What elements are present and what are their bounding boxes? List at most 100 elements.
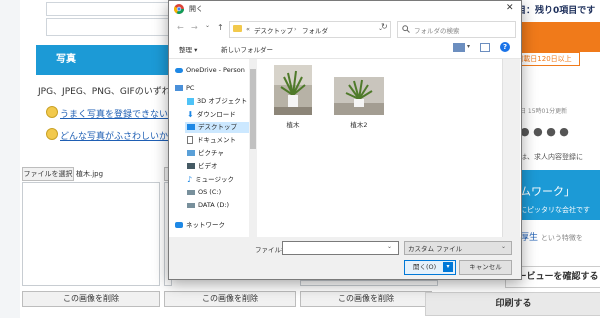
nav-label: 3D オブジェクト [197,97,248,105]
bulb-icon [46,128,58,140]
dialog-toolbar: 整理 ▾ 新しいフォルダー ▾ ? [169,41,521,59]
view-dropdown-icon[interactable]: ▾ [467,43,470,50]
welfare-line: 厚生 という特徴を [520,230,583,243]
welfare-suffix: という特徴を [540,234,583,242]
back-arrow-icon[interactable]: ← [177,23,184,32]
refresh-icon[interactable]: ↻ [381,22,388,31]
search-placeholder: フォルダの検索 [414,27,460,35]
filetype-value: カスタム ファイル [408,245,463,253]
computer-icon [175,85,183,91]
nav-item-drive-c[interactable]: OS (C:) [187,187,221,198]
search-icon [402,25,410,33]
nav-label: ドキュメント [197,136,236,144]
drive-icon [187,202,195,208]
image-preview-box-1 [22,182,160,286]
nav-item-3d-objects[interactable]: 3D オブジェクト [187,96,247,107]
section-title: 写真 [56,54,76,65]
new-folder-button[interactable]: 新しいフォルダー [221,44,273,54]
image-preview-box-3 [300,280,438,286]
nav-item-music[interactable]: ♪ ミュージック [187,174,234,185]
cancel-button[interactable]: キャンセル [459,260,512,275]
feature-title: ムワーク」 [520,185,575,198]
nav-item-documents[interactable]: ドキュメント [187,135,236,146]
nav-label: DATA (D:) [198,201,230,209]
file-name-2[interactable]: 植木2 [334,119,384,129]
close-icon[interactable]: ✕ [506,3,514,13]
drive-icon [187,189,195,195]
cloud-icon [175,67,183,73]
open-button-label: 開く(O) [413,263,437,271]
up-arrow-icon[interactable]: ↑ [217,23,224,32]
delete-image-button-1[interactable]: この画像を削除 [22,291,160,307]
plant-thumbnail-icon [274,65,312,115]
filename-input[interactable]: ⌄ [282,241,399,255]
document-icon [187,136,193,144]
nav-item-pictures[interactable]: ピクチャ [187,148,224,159]
welfare-text: 厚生 [520,233,539,243]
nav-label: デスクトップ [198,123,237,131]
dialog-bottom-panel: ファイル名(N): ⌄ カスタム ファイル ⌄ 開く(O) ▾ キャンセル [169,237,521,279]
forward-arrow-icon[interactable]: → [191,23,198,32]
print-button[interactable]: 印刷する [425,292,600,316]
view-options-icon[interactable] [453,43,465,52]
nav-label: ミュージック [195,175,234,184]
nav-item-desktop[interactable]: デスクトップ [185,122,257,133]
nav-label: OneDrive - Person [186,66,245,74]
help-icon[interactable]: ? [500,42,510,52]
chrome-icon [174,4,184,14]
updated-text: 日 15時01分更新 [520,108,568,115]
nav-label: ダウンロード [196,110,236,119]
nav-scrollbar-thumb[interactable] [250,69,256,149]
breadcrumb-desktop[interactable]: デスクトップ [254,25,293,35]
delete-image-button-2[interactable]: この画像を削除 [164,291,296,307]
registration-desc: は、求人内容登録に [520,153,583,161]
breadcrumb-separator: › [294,25,297,33]
network-icon [175,222,183,228]
breadcrumb-folder[interactable]: フォルダ [302,25,328,35]
search-box[interactable]: フォルダの検索 [397,21,516,38]
feature-subtitle: にピッタリな会社です [520,206,590,214]
video-icon [187,163,195,169]
nav-item-downloads[interactable]: ⬇ ダウンロード [187,109,236,120]
filetype-select[interactable]: カスタム ファイル ⌄ [404,241,512,255]
path-prefix: « [246,25,250,33]
nav-label: ネットワーク [186,221,225,229]
content-scrollbar[interactable] [502,59,520,237]
download-icon: ⬇ [187,110,194,119]
filename-dropdown-icon[interactable]: ⌄ [387,243,392,250]
address-row: ← → ⌄ ↑ « デスクトップ › フォルダ ⌄ ↻ フォルダの検索 [169,17,521,41]
nav-item-drive-d[interactable]: DATA (D:) [187,200,229,211]
nav-item-onedrive[interactable]: OneDrive - Person [175,65,245,76]
open-button[interactable]: 開く(O) ▾ [404,260,456,275]
section-header-photo: 写真 [36,45,186,75]
pictures-icon [187,150,195,156]
file-list: 植木 植木2 [260,59,502,237]
dialog-titlebar: 開く ✕ [169,1,521,17]
navigation-pane: OneDrive - Person PC 3D オブジェクト ⬇ ダウンロード デ… [169,59,259,237]
nav-scrollbar[interactable] [249,59,257,237]
file-name-1[interactable]: 植木 [274,119,312,129]
file-item-1[interactable] [274,65,312,115]
nav-label: OS (C:) [198,188,222,196]
history-chevron-icon[interactable]: ⌄ [205,22,210,29]
address-bar[interactable]: « デスクトップ › フォルダ ⌄ [229,21,391,38]
file-select-value: 植木.jpg [76,170,104,178]
delete-image-button-3[interactable]: この画像を削除 [300,291,432,307]
file-select-button[interactable]: ファイルを選択 [22,167,74,181]
preview-pane-icon[interactable] [480,43,490,52]
folder-icon [233,25,242,32]
nav-item-network[interactable]: ネットワーク [175,220,225,231]
file-item-2[interactable] [334,77,384,115]
plant-thumbnail-icon [334,77,384,115]
dialog-title: 開く [189,5,203,13]
left-gutter [0,0,21,318]
open-dropdown-icon[interactable]: ▾ [443,262,453,272]
music-icon: ♪ [187,175,193,184]
nav-item-pc[interactable]: PC [175,83,194,94]
organize-button[interactable]: 整理 ▾ [179,44,197,54]
nav-item-videos[interactable]: ビデオ [187,161,218,172]
desktop-icon [187,124,195,130]
file-open-dialog: 開く ✕ ← → ⌄ ↑ « デスクトップ › フォルダ ⌄ ↻ フォルダの検索… [168,0,522,280]
filetype-dropdown-icon[interactable]: ⌄ [501,243,506,250]
file-types-text: JPG、JPEG、PNG、GIFのいずれか [38,87,180,97]
